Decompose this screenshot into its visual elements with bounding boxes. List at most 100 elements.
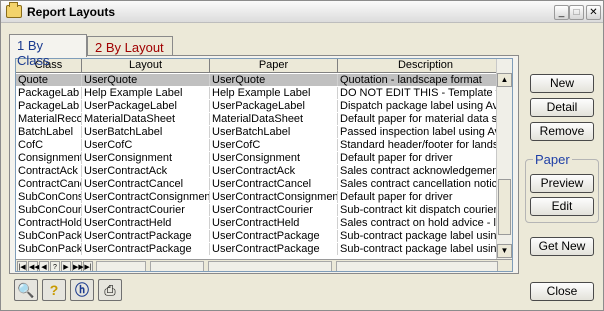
scroll-thumb[interactable] [498, 179, 511, 235]
table-cell: Consignment [18, 152, 82, 164]
detail-button[interactable]: Detail [530, 98, 594, 117]
next-record-button[interactable]: ▶ [61, 261, 71, 271]
window-title: Report Layouts [27, 5, 116, 19]
last-record-button[interactable]: ▶| [83, 261, 93, 271]
table-cell: SubConPack [18, 243, 82, 255]
table-cell: Passed inspection label using Aver [338, 126, 512, 138]
grid-header: Class Layout Paper Description [16, 59, 512, 73]
table-cell: BatchLabel [16, 126, 82, 138]
table-row[interactable]: SubConPack UserContractPackage UserContrac… [16, 243, 512, 255]
navigation-bar: |◀ ◀◀ ◀ ? ▶ ▶▶ ▶| [16, 259, 512, 271]
table-cell: Sales contract cancellation notice [338, 178, 512, 190]
table-cell: UserContractCourier [82, 204, 210, 216]
table-cell: ContractCanc [18, 178, 82, 190]
table-cell: Help Example Label [82, 87, 210, 99]
first-record-button[interactable]: |◀ [17, 261, 27, 271]
table-cell: UserCofC [82, 139, 210, 151]
scroll-down-arrow[interactable]: ▼ [497, 244, 512, 258]
table-row[interactable]: ContractHold UserContractHeld UserContract… [16, 217, 512, 229]
close-window-button[interactable]: ✕ [586, 5, 601, 20]
table-cell: Quotation - landscape format [338, 74, 512, 86]
table-cell: MaterialReco [18, 113, 82, 125]
table-row[interactable]: Quote UserQuote UserQuote Quotation - lands… [16, 74, 512, 86]
table-cell: Quote [16, 74, 82, 86]
report-layouts-window: Report Layouts _ □ ✕ 1 By Class 2 By Lay… [0, 0, 604, 311]
horizontal-scrollbar-3[interactable] [208, 261, 332, 271]
folder-icon [6, 2, 22, 18]
column-header-description[interactable]: Description [338, 59, 512, 73]
table-cell: UserQuote [82, 74, 210, 86]
layouts-grid[interactable]: Class Layout Paper Description QuoteUser… [15, 58, 513, 272]
table-cell: UserBatchLabel [210, 126, 338, 138]
table-cell: DO NOT EDIT THIS - Template fo [338, 87, 512, 99]
column-header-layout[interactable]: Layout [82, 59, 210, 73]
horizontal-scrollbar-4[interactable] [336, 261, 498, 271]
table-cell: Dispatch package label using Aver [338, 100, 512, 112]
title-bar: Report Layouts _ □ ✕ [1, 1, 603, 23]
table-row[interactable]: MaterialReco MaterialDataSheet MaterialDat… [16, 113, 512, 125]
table-cell: UserContractPackage [82, 230, 210, 242]
table-cell: UserConsignment [210, 152, 338, 164]
table-cell: UserContractCourier [210, 204, 338, 216]
paper-group-label: Paper [533, 152, 572, 167]
prev-record-button[interactable]: ◀ [39, 261, 49, 271]
table-cell: UserQuote [210, 74, 338, 86]
maximize-button[interactable]: □ [569, 5, 584, 20]
printer-icon[interactable]: ⎙ [98, 279, 122, 301]
table-cell: UserPackageLabel [82, 100, 210, 112]
get-new-button[interactable]: Get New [530, 237, 594, 256]
table-cell: UserConsignment [82, 152, 210, 164]
table-cell: UserContractPackage [210, 243, 338, 255]
tab-panel: Class Layout Paper Description QuoteUser… [9, 55, 519, 274]
binoculars-icon[interactable]: ⓗ [70, 279, 94, 301]
edit-button[interactable]: Edit [530, 197, 594, 216]
prev-page-button[interactable]: ◀◀ [28, 261, 40, 271]
table-row[interactable]: Consignment UserConsignment UserConsignmen… [16, 152, 512, 164]
table-row[interactable]: CofC UserCofC UserCofC Standard header/foot… [16, 139, 512, 151]
table-cell: SubConCouri [18, 204, 82, 216]
column-header-paper[interactable]: Paper [210, 59, 338, 73]
table-cell: UserContractCancel [210, 178, 338, 190]
table-row[interactable]: PackageLab Help Example Label Help Example… [16, 87, 512, 99]
preview-button[interactable]: Preview [530, 174, 594, 193]
table-cell: CofC [16, 139, 82, 151]
tab-by-layout[interactable]: 2 By Layout [87, 36, 173, 56]
table-cell: Help Example Label [210, 87, 338, 99]
table-row[interactable]: SubConCouri UserContractCourier UserContra… [16, 204, 512, 216]
table-cell: UserContractPackage [82, 243, 210, 255]
table-cell: Sales contract acknowledgement - [338, 165, 512, 177]
minimize-button[interactable]: _ [554, 5, 569, 20]
tab-by-layout-label: 2 By Layout [95, 40, 164, 55]
table-row[interactable]: BatchLabel UserBatchLabel UserBatchLabel Pa… [16, 126, 512, 138]
table-cell: UserContractAck [82, 165, 210, 177]
vertical-scrollbar[interactable]: ▲ ▼ [496, 59, 512, 259]
table-cell: Sub-contract kit dispatch courier la [338, 204, 512, 216]
table-cell: UserContractAck [210, 165, 338, 177]
horizontal-scrollbar-2[interactable] [150, 261, 204, 271]
magnifier-icon[interactable]: 🔍 [14, 279, 38, 301]
table-cell: UserContractHeld [82, 217, 210, 229]
remove-button[interactable]: Remove [530, 122, 594, 141]
table-cell: Default paper for material data she [338, 113, 512, 125]
tab-by-class[interactable]: 1 By Class [9, 34, 87, 68]
table-row[interactable]: ContractAck UserContractAck UserContractAc… [16, 165, 512, 177]
table-cell: UserPackageLabel [210, 100, 338, 112]
close-button[interactable]: Close [530, 282, 594, 301]
table-cell: UserBatchLabel [82, 126, 210, 138]
table-row[interactable]: ContractCanc UserContractCancel UserContra… [16, 178, 512, 190]
table-row[interactable]: SubConCons UserContractConsignment UserCon… [16, 191, 512, 203]
table-row[interactable]: PackageLab UserPackageLabel UserPackageLab… [16, 100, 512, 112]
horizontal-scrollbar-1[interactable] [96, 261, 146, 271]
table-cell: ContractAck [16, 165, 82, 177]
table-cell: UserContractConsignment [212, 191, 338, 203]
table-cell: Sales contract on hold advice - lan [338, 217, 512, 229]
table-row[interactable]: SubConPack UserContractPackage UserContrac… [16, 230, 512, 242]
scroll-up-arrow[interactable]: ▲ [497, 73, 512, 87]
next-page-button[interactable]: ▶▶ [72, 261, 84, 271]
new-button[interactable]: New [530, 74, 594, 93]
table-cell: Default paper for driver [338, 191, 512, 203]
table-cell: UserContractCancel [82, 178, 210, 190]
table-cell: MaterialDataSheet [210, 113, 338, 125]
help-icon[interactable]: ? [42, 279, 66, 301]
table-cell: SubConCons [18, 191, 82, 203]
